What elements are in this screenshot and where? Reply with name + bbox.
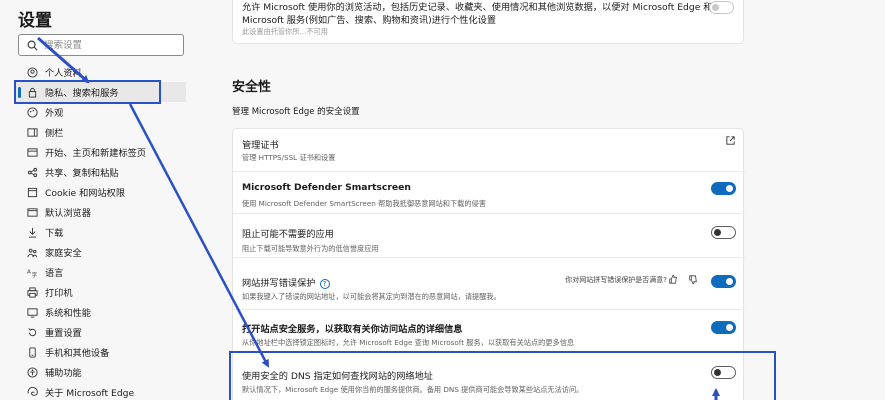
nav-item-family[interactable]: 家庭安全 <box>16 242 186 262</box>
row-title-text: 网站拼写错误保护 <box>242 278 316 289</box>
nav-item-default-browser[interactable]: 默认浏览器 <box>16 202 186 222</box>
download-icon <box>26 226 39 239</box>
site-safety-toggle[interactable] <box>711 321 736 334</box>
settings-nav: 个人资料 隐私、搜索和服务 外观 侧栏 开始、主页和新建标签页 共享、复制和粘贴… <box>16 62 186 400</box>
nav-item-downloads[interactable]: 下载 <box>16 222 186 242</box>
nav-item-reset[interactable]: 重置设置 <box>16 322 186 342</box>
nav-item-profile[interactable]: 个人资料 <box>16 62 186 82</box>
personalization-toggle[interactable] <box>709 1 734 14</box>
profile-icon <box>26 66 39 79</box>
edge-icon <box>26 386 39 399</box>
accessibility-icon <box>26 366 39 379</box>
nav-item-label: 侧栏 <box>45 128 64 139</box>
row-title: 阻止可能不需要的应用 <box>242 229 334 240</box>
search-box[interactable] <box>18 34 184 56</box>
svg-text:字: 字 <box>32 271 38 278</box>
nav-item-label: 辅助功能 <box>45 368 82 379</box>
nav-item-label: 开始、主页和新建标签页 <box>45 148 147 159</box>
phone-icon <box>26 346 39 359</box>
lock-icon <box>26 86 39 99</box>
nav-item-label: 语言 <box>45 268 64 279</box>
nav-item-label: 打印机 <box>45 288 73 299</box>
sidebar-icon <box>26 126 39 139</box>
security-subtitle: 管理 Microsoft Edge 的安全设置 <box>232 107 360 117</box>
typo-protection-row: 网站拼写错误保护? 如果我键入了错误的网站地址，以可能会将其定向到潜在的恶意网站… <box>233 257 745 309</box>
nav-item-share[interactable]: 共享、复制和粘贴 <box>16 162 186 182</box>
cookie-icon <box>26 186 39 199</box>
nav-item-label: 重置设置 <box>45 328 82 339</box>
row-desc: 默认情况下，Microsoft Edge 使用你当前的服务提供商。备用 DNS … <box>242 385 584 394</box>
block-pua-row: 阻止可能不需要的应用 阻止下载可能导致意外行为的低信誉度应用 <box>233 213 745 257</box>
security-card: 管理证书 管理 HTTPS/SSL 证书和设置 Microsoft Defend… <box>232 128 745 400</box>
browser-icon <box>26 206 39 219</box>
nav-item-label: 关于 Microsoft Edge <box>45 388 135 399</box>
nav-item-system[interactable]: 系统和性能 <box>16 302 186 322</box>
feedback-question: 你对网站拼写错误保护是否满意? <box>565 276 667 284</box>
home-icon <box>26 146 39 159</box>
thumbs-down-icon[interactable] <box>688 275 698 285</box>
nav-item-label: 下载 <box>45 228 64 239</box>
row-title: 使用安全的 DNS 指定如何查找网站的网络地址 <box>242 371 433 382</box>
printer-icon <box>26 286 39 299</box>
row-title: 网站拼写错误保护? <box>242 275 330 289</box>
language-icon: A字 <box>26 266 39 279</box>
row-title: 打开站点安全服务，以获取有关你访问站点的详细信息 <box>242 324 463 335</box>
site-safety-row: 打开站点安全服务，以获取有关你访问站点的详细信息 从你地址栏中选择锁定图标时，允… <box>233 309 745 351</box>
manage-certificates-row[interactable]: 管理证书 管理 HTTPS/SSL 证书和设置 <box>233 129 745 171</box>
search-input[interactable] <box>44 39 174 51</box>
secure-dns-row: 使用安全的 DNS 指定如何查找网站的网络地址 默认情况下，Microsoft … <box>233 351 745 400</box>
nav-item-label: 系统和性能 <box>45 308 91 319</box>
smartscreen-row: Microsoft Defender Smartscreen 使用 Micros… <box>233 171 745 213</box>
nav-item-phone[interactable]: 手机和其他设备 <box>16 342 186 362</box>
nav-item-label: 共享、复制和粘贴 <box>45 168 119 179</box>
nav-item-label: 手机和其他设备 <box>45 348 110 359</box>
personalization-title-line2: Microsoft 服务(例如广告、搜索、购物和资讯)进行个性化设置 <box>242 15 497 26</box>
nav-item-label: 隐私、搜索和服务 <box>45 88 119 99</box>
personalization-desc: 此设置由托管你所...不可用 <box>242 27 328 36</box>
row-desc: 使用 Microsoft Defender SmartScreen 帮助我抵御恶… <box>242 199 486 208</box>
search-icon <box>27 40 38 50</box>
nav-item-cookies[interactable]: Cookie 和网站权限 <box>16 182 186 202</box>
row-desc: 管理 HTTPS/SSL 证书和设置 <box>242 153 336 162</box>
share-icon <box>26 166 39 179</box>
nav-item-label: 外观 <box>45 108 64 119</box>
row-title: 管理证书 <box>242 140 279 151</box>
nav-item-start-home[interactable]: 开始、主页和新建标签页 <box>16 142 186 162</box>
nav-item-appearance[interactable]: 外观 <box>16 102 186 122</box>
nav-item-label: 个人资料 <box>45 68 82 79</box>
nav-item-label: 默认浏览器 <box>45 208 91 219</box>
system-icon <box>26 306 39 319</box>
row-desc: 从你地址栏中选择锁定图标时，允许 Microsoft Edge 查询 Micro… <box>242 338 575 347</box>
sidebar: 设置 个人资料 隐私、搜索和服务 外观 侧栏 开始、主页和新建标签页 共享、复制… <box>0 0 200 400</box>
svg-text:A: A <box>27 269 31 275</box>
nav-item-label: 家庭安全 <box>45 248 82 259</box>
appearance-icon <box>26 106 39 119</box>
nav-item-printers[interactable]: 打印机 <box>16 282 186 302</box>
help-icon[interactable]: ? <box>319 278 330 289</box>
typo-protection-toggle[interactable] <box>711 275 736 288</box>
nav-item-language[interactable]: A字 语言 <box>16 262 186 282</box>
secure-dns-toggle[interactable] <box>711 366 736 379</box>
family-icon <box>26 246 39 259</box>
nav-item-privacy[interactable]: 隐私、搜索和服务 <box>16 82 186 102</box>
security-heading: 安全性 <box>232 80 272 95</box>
external-link-icon[interactable] <box>725 135 736 146</box>
smartscreen-toggle[interactable] <box>711 182 736 195</box>
nav-item-label: Cookie 和网站权限 <box>45 188 126 199</box>
row-desc: 如果我键入了错误的网站地址，以可能会将其定向到潜在的恶意网站，请提醒我。 <box>242 292 501 301</box>
nav-item-sidebar[interactable]: 侧栏 <box>16 122 186 142</box>
settings-title: 设置 <box>18 11 52 31</box>
row-desc: 阻止下载可能导致意外行为的低信誉度应用 <box>242 244 379 253</box>
block-pua-toggle[interactable] <box>711 226 736 239</box>
nav-item-about[interactable]: 关于 Microsoft Edge <box>16 382 186 400</box>
thumbs-up-icon[interactable] <box>668 274 678 284</box>
personalization-card: 允许 Microsoft 使用你的浏览活动，包括历史记录、收藏夹、使用情况和其他… <box>232 0 744 44</box>
row-title: Microsoft Defender Smartscreen <box>242 182 411 193</box>
reset-icon <box>26 326 39 339</box>
nav-item-accessibility[interactable]: 辅助功能 <box>16 362 186 382</box>
